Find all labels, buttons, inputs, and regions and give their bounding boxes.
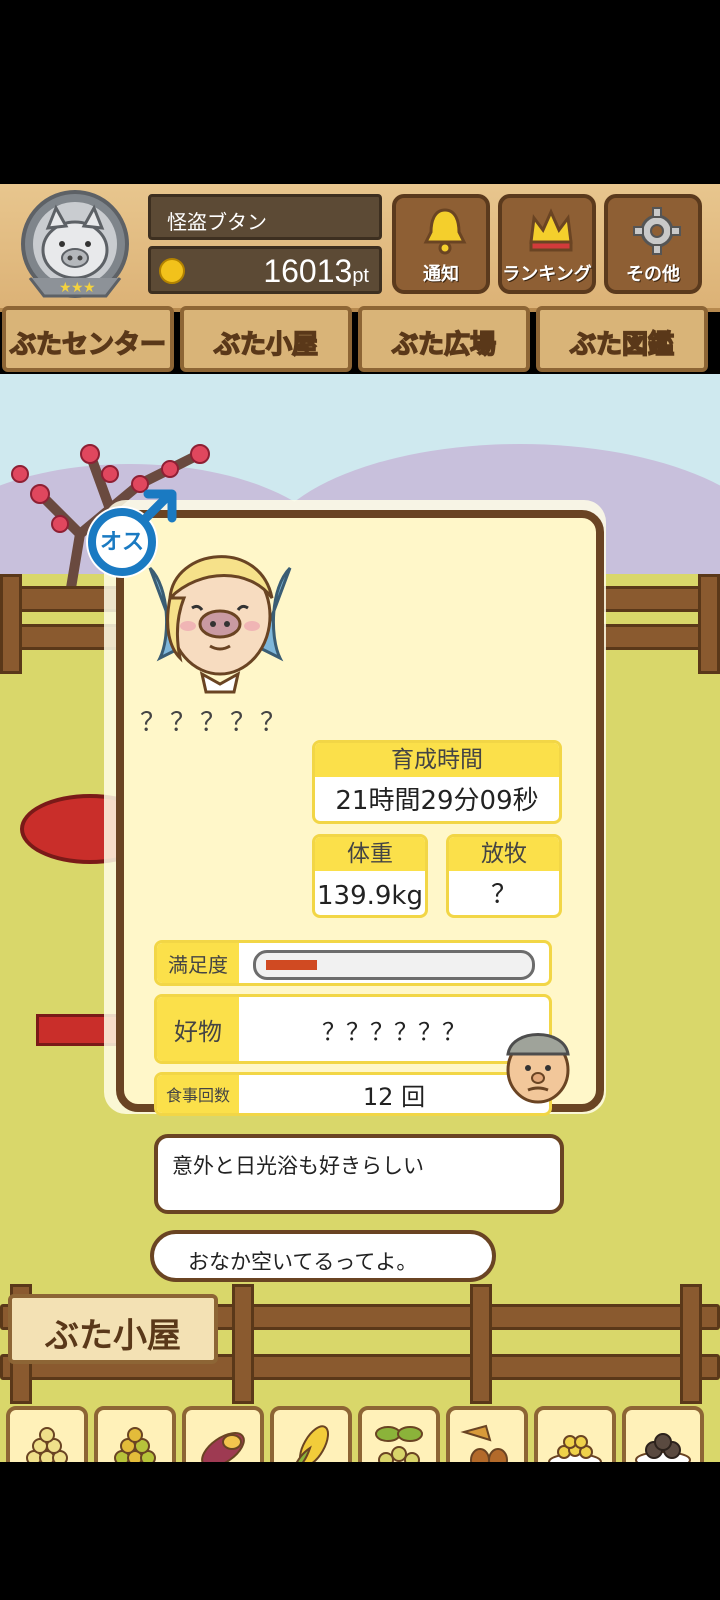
farmer-message-bubble: おなか空いてるってよ。 (150, 1230, 496, 1282)
weight-label: 体重 (315, 837, 425, 871)
fence-post (698, 574, 720, 674)
grazing-label: 放牧 (449, 837, 559, 871)
satisfaction-gauge (253, 950, 535, 980)
pig-comment-bubble: 意外と日光浴も好きらしい (154, 1134, 564, 1214)
points-display: 16013pt (263, 253, 369, 290)
food-item-leafy-beans[interactable] (358, 1406, 440, 1462)
pig-house-sign: ぶた小屋 (8, 1294, 218, 1364)
bean-plate-icon (548, 1435, 602, 1462)
points-unit: pt (352, 265, 369, 287)
other-label: その他 (626, 264, 680, 285)
fence-post (232, 1284, 254, 1404)
favorite-food-row: 好物 ？？？？？？ (154, 994, 552, 1064)
food-item-sweet-potato[interactable] (182, 1406, 264, 1462)
corn-icon (295, 1425, 329, 1462)
player-avatar[interactable]: ★ ★ ★ (14, 190, 136, 306)
fence-post (470, 1284, 492, 1404)
meals-label: 食事回数 (157, 1075, 239, 1113)
food-item-corn[interactable] (270, 1406, 352, 1462)
fence-post (0, 574, 22, 674)
mixed-beans-icon (114, 1427, 156, 1462)
fence-post (680, 1284, 702, 1404)
other-button[interactable]: その他 (604, 194, 702, 294)
raising-time-value: 21時間29分09秒 (335, 786, 539, 816)
pig-character-icon (148, 555, 292, 694)
raising-time-label: 育成時間 (315, 743, 559, 777)
tab-label: ぶた図鑑 (569, 329, 675, 361)
gear-icon (633, 207, 681, 255)
tab-label: ぶた小屋 (213, 329, 319, 361)
food-item-bean-plate[interactable] (534, 1406, 616, 1462)
crown-icon (529, 208, 573, 252)
meal-count-row: 食事回数 12 回 (154, 1072, 552, 1116)
weight-value: 139.9kg (317, 881, 423, 911)
sign-label: ぶた小屋 (45, 1316, 181, 1356)
acorn-icon (460, 1424, 508, 1462)
food-bar (0, 1406, 720, 1462)
pig-portrait[interactable] (140, 528, 300, 698)
food-item-mixed-beans[interactable] (94, 1406, 176, 1462)
food-item-acorn[interactable] (446, 1406, 528, 1462)
tab-label: ぶたセンター (9, 329, 167, 361)
favorite-label: 好物 (157, 997, 239, 1061)
player-name-plate: 怪盗ブタン (148, 194, 382, 240)
notification-label: 通知 (423, 264, 459, 285)
svg-text:★: ★ (59, 280, 72, 296)
grazing-box: 放牧 ？ (446, 834, 562, 918)
tab-buta-hiroba[interactable]: ぶた広場 (358, 306, 530, 372)
pig-comment: 意外と日光浴も好きらしい (172, 1154, 424, 1178)
satisfaction-label: 満足度 (157, 943, 239, 983)
ranking-label: ランキング (502, 264, 592, 285)
tab-bar: ぶたセンター ぶた小屋 ぶた広場 ぶた図鑑 (0, 306, 720, 374)
farmer-message: おなか空いてるってよ。 (188, 1250, 418, 1274)
grazing-value: ？ (490, 880, 517, 910)
satisfaction-gauge-fill (266, 960, 317, 970)
raising-time-box: 育成時間 21時間29分09秒 (312, 740, 562, 824)
header: ★ ★ ★ 怪盗ブタン 16013pt 通知 ランキング その他 (0, 184, 720, 312)
tab-label: ぶた広場 (391, 329, 497, 361)
weight-box: 体重 139.9kg (312, 834, 428, 918)
soybeans-icon (26, 1427, 68, 1462)
pig-name: ？？？？？ (140, 708, 291, 738)
points-value: 16013 (263, 253, 353, 289)
bell-icon (423, 208, 467, 255)
sweet-potato-icon (201, 1432, 245, 1462)
status-bar-area (0, 0, 720, 184)
farmer-avatar (494, 1020, 580, 1106)
leafy-beans-icon (375, 1426, 423, 1462)
food-item-truffle-plate[interactable] (622, 1406, 704, 1462)
truffle-plate-icon (635, 1433, 691, 1462)
satisfaction-row: 満足度 (154, 940, 552, 986)
points-plate: 16013pt (148, 246, 382, 294)
tab-buta-koya[interactable]: ぶた小屋 (180, 306, 352, 372)
coin-icon (159, 258, 185, 284)
ranking-button[interactable]: ランキング (498, 194, 596, 294)
svg-text:★: ★ (83, 280, 96, 296)
farmer-icon (506, 1033, 570, 1104)
food-item-soybeans[interactable] (6, 1406, 88, 1462)
svg-text:★: ★ (71, 280, 84, 296)
navigation-bar-area (0, 1462, 720, 1600)
player-name: 怪盗ブタン (167, 210, 267, 234)
notification-button[interactable]: 通知 (392, 194, 490, 294)
game-screen: ★ ★ ★ 怪盗ブタン 16013pt 通知 ランキング その他 ぶたセンター … (0, 184, 720, 1462)
tab-buta-center[interactable]: ぶたセンター (2, 306, 174, 372)
tab-buta-zukan[interactable]: ぶた図鑑 (536, 306, 708, 372)
